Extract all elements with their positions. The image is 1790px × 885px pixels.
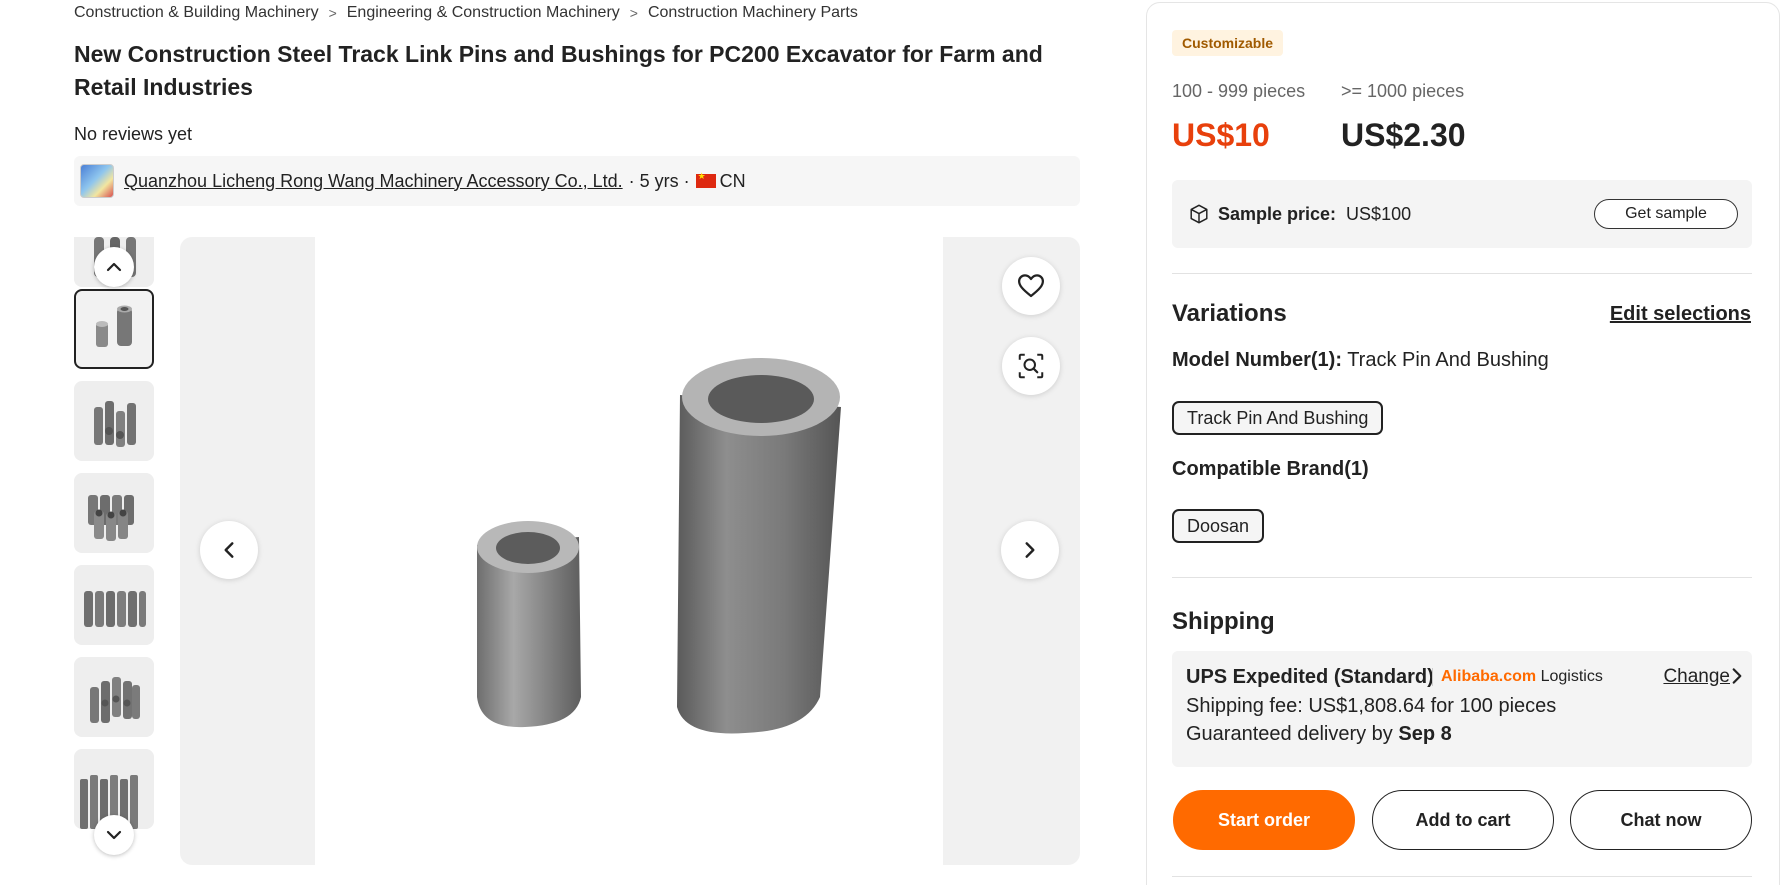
divider (1172, 577, 1752, 578)
supplier-country: CN (719, 170, 746, 191)
thumbnail[interactable] (74, 381, 154, 461)
price-tier-price: US$2.30 (1341, 117, 1466, 153)
edit-selections-link[interactable]: Edit selections (1610, 303, 1751, 326)
alibaba-logo-text: Alibaba.com (1441, 668, 1537, 685)
model-number-value: Track Pin And Bushing (1347, 349, 1549, 371)
thumbnail[interactable] (74, 473, 154, 553)
image-search-button[interactable] (1002, 337, 1060, 395)
thumbnail-scroll-up-button[interactable] (94, 247, 134, 287)
product-photo (315, 237, 943, 865)
shipping-box: UPS Expedited (Standard) Alibaba.com Log… (1172, 651, 1752, 767)
start-order-button[interactable]: Start order (1173, 790, 1355, 850)
change-shipping-link[interactable]: Change (1663, 666, 1730, 688)
purchase-panel: Customizable 100 - 999 pieces US$10 >= 1… (1146, 2, 1780, 885)
chevron-right-icon: > (629, 5, 638, 21)
get-sample-button[interactable]: Get sample (1594, 199, 1738, 229)
breadcrumb: Construction & Building Machinery > Engi… (74, 4, 858, 22)
chevron-right-icon[interactable] (1726, 665, 1748, 687)
divider (1172, 273, 1752, 274)
sample-price-value: US$100 (1346, 203, 1412, 224)
delivery-prefix: Guaranteed delivery by (1186, 723, 1393, 745)
breadcrumb-item[interactable]: Engineering & Construction Machinery (347, 4, 620, 22)
compatible-brand-label: Compatible Brand(1) (1172, 458, 1369, 480)
thumbnail-strip (74, 237, 154, 865)
logistics-text: Logistics (1540, 668, 1603, 685)
model-number-option[interactable]: Track Pin And Bushing (1172, 401, 1384, 435)
compatible-brand-line: Compatible Brand(1) (1172, 458, 1369, 481)
supplier-bar: Quanzhou Licheng Rong Wang Machinery Acc… (74, 156, 1080, 206)
supplier-logo[interactable] (80, 164, 114, 198)
chevron-down-icon (106, 830, 122, 840)
china-flag-icon (695, 171, 716, 188)
chat-now-button[interactable]: Chat now (1570, 790, 1752, 850)
next-image-button[interactable] (1001, 521, 1059, 579)
image-search-icon (1018, 353, 1044, 379)
divider (1172, 876, 1752, 877)
supplier-name-link[interactable]: Quanzhou Licheng Rong Wang Machinery Acc… (124, 171, 623, 192)
supplier-years: · 5 yrs · (628, 170, 690, 191)
price-tier-range: >= 1000 pieces (1341, 81, 1465, 101)
thumbnail[interactable] (74, 565, 154, 645)
sample-price-label: Sample price: (1218, 203, 1337, 224)
package-icon (1190, 204, 1208, 224)
compatible-brand-option[interactable]: Doosan (1172, 509, 1265, 543)
thumbnail[interactable] (74, 657, 154, 737)
chevron-up-icon (106, 262, 122, 272)
chevron-right-icon: > (328, 5, 337, 21)
thumbnail-scroll-down-button[interactable] (94, 815, 134, 855)
sample-price-box: Sample price: US$100 Get sample (1172, 180, 1752, 248)
favorite-button[interactable] (1002, 257, 1060, 315)
logistics-brand: Alibaba.com Logistics (1432, 668, 1603, 686)
shipping-fee: Shipping fee: US$1,808.64 for 100 pieces (1186, 695, 1557, 717)
breadcrumb-item[interactable]: Construction & Building Machinery (74, 4, 319, 22)
breadcrumb-item[interactable]: Construction Machinery Parts (648, 4, 858, 22)
customizable-badge: Customizable (1172, 30, 1284, 56)
delivery-guarantee: Guaranteed delivery by Sep 8 (1186, 723, 1452, 746)
product-title: New Construction Steel Track Link Pins a… (74, 41, 1043, 100)
previous-image-button[interactable] (200, 521, 258, 579)
model-number-label: Model Number(1): (1172, 349, 1342, 371)
add-to-cart-button[interactable]: Add to cart (1372, 790, 1554, 850)
variations-heading: Variations (1172, 300, 1287, 327)
shipping-heading: Shipping (1172, 608, 1275, 635)
model-number-line: Model Number(1): Track Pin And Bushing (1172, 349, 1549, 372)
shipping-method: UPS Expedited (Standard) (1186, 666, 1434, 688)
chevron-right-icon (1025, 542, 1035, 558)
chevron-left-icon (224, 542, 234, 558)
heart-icon (1018, 274, 1044, 298)
reviews-text: No reviews yet (74, 124, 193, 144)
main-product-image (180, 237, 1080, 865)
price-tier-price: US$10 (1172, 117, 1270, 153)
delivery-date: Sep 8 (1398, 723, 1452, 745)
thumbnail-selected[interactable] (74, 289, 154, 369)
price-tier-range: 100 - 999 pieces (1172, 81, 1306, 101)
